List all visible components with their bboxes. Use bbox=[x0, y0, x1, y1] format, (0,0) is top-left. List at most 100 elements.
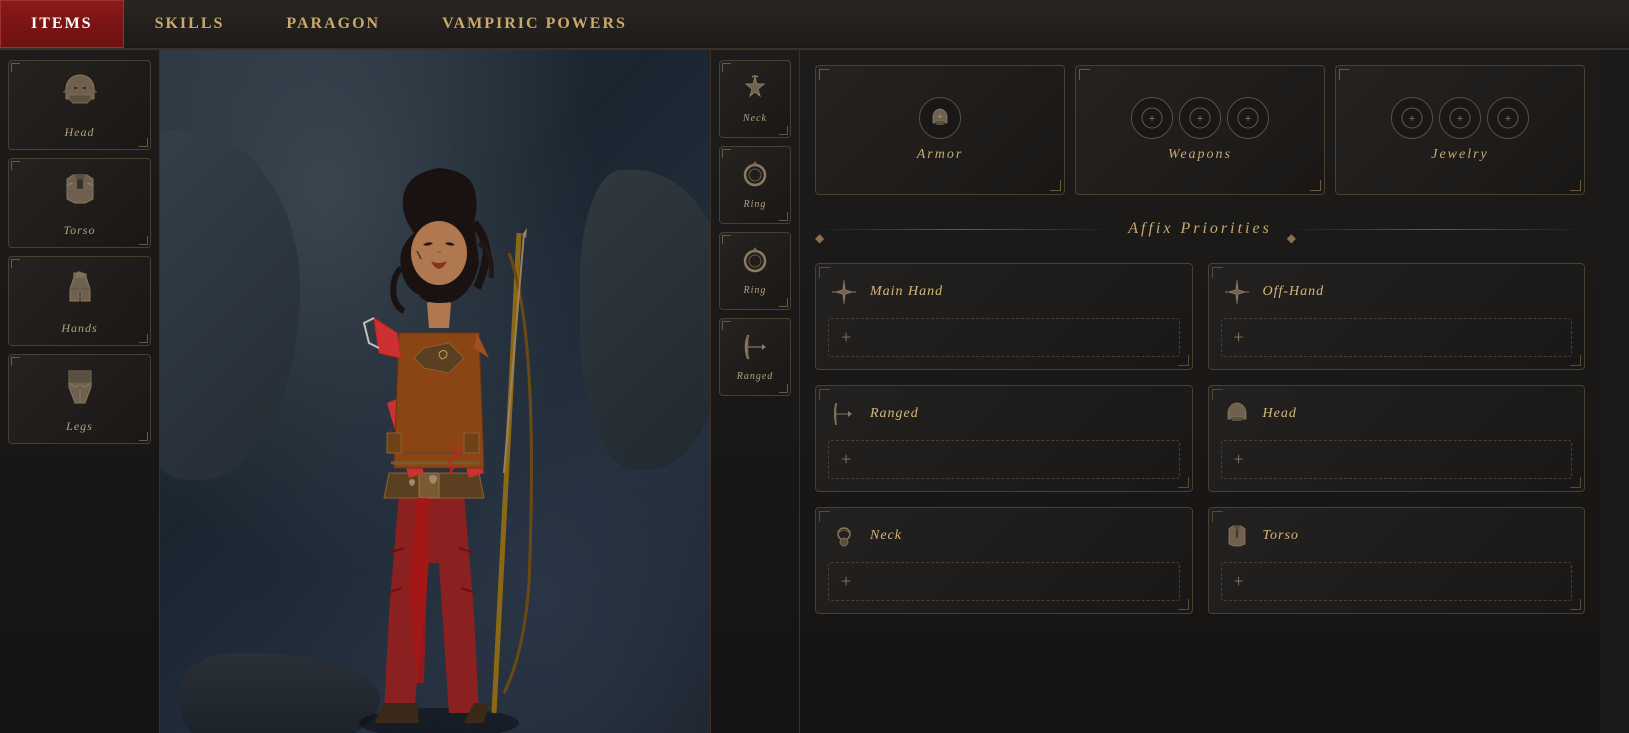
left-equipment-sidebar: Head Torso bbox=[0, 50, 160, 733]
affix-ranged-title: Ranged bbox=[870, 406, 919, 422]
tab-skills[interactable]: SKILLS bbox=[124, 0, 256, 48]
affix-card-neck-header: Neck bbox=[828, 520, 1180, 552]
affix-add-ranged[interactable]: + bbox=[828, 440, 1180, 479]
affix-off-hand-title: Off-Hand bbox=[1263, 284, 1325, 300]
jewelry-tab-icons: + + + bbox=[1391, 97, 1529, 139]
torso-affix-icon bbox=[1221, 520, 1253, 552]
affix-card-head-header: Head bbox=[1221, 398, 1573, 430]
slot-torso-label: Torso bbox=[64, 223, 96, 238]
slot-neck[interactable]: Neck bbox=[719, 60, 791, 138]
slot-ranged[interactable]: Ranged bbox=[719, 318, 791, 396]
armor-tab-label: Armor bbox=[917, 147, 964, 163]
jewelry-ring2-icon: + bbox=[1487, 97, 1529, 139]
slot-ring1-label: Ring bbox=[744, 199, 767, 210]
chest-icon bbox=[59, 169, 101, 219]
affix-card-off-hand-header: Off-Hand bbox=[1221, 276, 1573, 308]
off-hand-icon bbox=[1221, 276, 1253, 308]
add-icon-neck: + bbox=[841, 571, 851, 592]
weapon-sword-icon: + bbox=[1131, 97, 1173, 139]
svg-text:+: + bbox=[1149, 111, 1156, 125]
affix-priorities-header: ◆ Affix Priorities ◆ bbox=[815, 215, 1585, 243]
svg-text:+: + bbox=[1505, 111, 1512, 125]
weapon-bow-icon: + bbox=[1227, 97, 1269, 139]
center-equipment-column: Neck Ring Ring bbox=[710, 50, 800, 733]
slot-ring-2[interactable]: Ring bbox=[719, 232, 791, 310]
svg-text:+: + bbox=[1245, 111, 1252, 125]
jewelry-tab-label: Jewelry bbox=[1431, 147, 1489, 163]
affix-add-head[interactable]: + bbox=[1221, 440, 1573, 479]
ring2-icon bbox=[740, 246, 770, 283]
affix-card-torso: Torso + bbox=[1208, 507, 1586, 614]
bow-icon bbox=[740, 332, 770, 369]
affix-torso-title: Torso bbox=[1263, 528, 1299, 544]
svg-text:+: + bbox=[1457, 111, 1464, 125]
svg-text:+: + bbox=[1197, 111, 1204, 125]
tab-items[interactable]: ITEMS bbox=[0, 0, 124, 48]
svg-text:+: + bbox=[938, 112, 943, 121]
add-icon-off-hand: + bbox=[1234, 327, 1244, 348]
affix-card-head: Head + bbox=[1208, 385, 1586, 492]
ranged-affix-icon bbox=[828, 398, 860, 430]
affix-grid: Main Hand + Off-Hand bbox=[815, 263, 1585, 614]
affix-header-title: Affix Priorities bbox=[1128, 220, 1272, 238]
slot-ranged-label: Ranged bbox=[737, 371, 774, 382]
slot-ring2-label: Ring bbox=[744, 285, 767, 296]
svg-text:+: + bbox=[1409, 111, 1416, 125]
slot-legs-label: Legs bbox=[66, 419, 93, 434]
slot-hands[interactable]: Hands bbox=[8, 256, 151, 346]
slot-ring-1[interactable]: Ring bbox=[719, 146, 791, 224]
add-icon-main-hand: + bbox=[841, 327, 851, 348]
ring-icon bbox=[740, 160, 770, 197]
armor-helm-icon: + bbox=[919, 97, 961, 139]
affix-add-neck[interactable]: + bbox=[828, 562, 1180, 601]
affix-diamond-left: ◆ bbox=[815, 231, 824, 245]
affix-card-ranged-header: Ranged bbox=[828, 398, 1180, 430]
jewelry-amulet-icon: + bbox=[1391, 97, 1433, 139]
category-tab-armor[interactable]: + Armor bbox=[815, 65, 1065, 195]
cave-bg-right bbox=[580, 170, 710, 470]
add-icon-ranged: + bbox=[841, 449, 851, 470]
slot-torso[interactable]: Torso bbox=[8, 158, 151, 248]
helm-icon bbox=[59, 71, 101, 121]
armor-tab-icons: + bbox=[919, 97, 961, 139]
top-navigation: ITEMS SKILLS PARAGON VAMPIRIC POWERS bbox=[0, 0, 1629, 50]
slot-head[interactable]: Head bbox=[8, 60, 151, 150]
category-tab-weapons[interactable]: + + + bbox=[1075, 65, 1325, 195]
pants-icon bbox=[59, 365, 101, 415]
weapons-tab-icons: + + + bbox=[1131, 97, 1269, 139]
neck-affix-icon bbox=[828, 520, 860, 552]
head-affix-icon bbox=[1221, 398, 1253, 430]
affix-main-hand-title: Main Hand bbox=[870, 284, 943, 300]
slot-legs[interactable]: Legs bbox=[8, 354, 151, 444]
affix-diamond-right: ◆ bbox=[1287, 231, 1296, 245]
affix-card-off-hand: Off-Hand + bbox=[1208, 263, 1586, 370]
affix-add-torso[interactable]: + bbox=[1221, 562, 1573, 601]
affix-card-main-hand-header: Main Hand bbox=[828, 276, 1180, 308]
gloves-icon bbox=[59, 267, 101, 317]
affix-add-off-hand[interactable]: + bbox=[1221, 318, 1573, 357]
slot-neck-label: Neck bbox=[743, 113, 767, 124]
affix-card-torso-header: Torso bbox=[1221, 520, 1573, 552]
character-viewport bbox=[160, 50, 710, 733]
tab-vampiric-powers[interactable]: VAMPIRIC POWERS bbox=[411, 0, 658, 48]
affix-card-ranged: Ranged + bbox=[815, 385, 1193, 492]
main-content: Head Torso bbox=[0, 50, 1629, 733]
weapons-tab-label: Weapons bbox=[1168, 147, 1232, 163]
slot-hands-label: Hands bbox=[61, 321, 97, 336]
cave-bg-left bbox=[160, 130, 300, 480]
affix-head-title: Head bbox=[1263, 406, 1297, 422]
category-tabs-container: + Armor + + bbox=[815, 65, 1585, 195]
add-icon-head: + bbox=[1234, 449, 1244, 470]
add-icon-torso: + bbox=[1234, 571, 1244, 592]
affix-neck-title: Neck bbox=[870, 528, 902, 544]
amulet-icon bbox=[740, 74, 770, 111]
weapon-offhand-icon: + bbox=[1179, 97, 1221, 139]
affix-header-line-left: ◆ bbox=[815, 229, 1113, 230]
tab-paragon[interactable]: PARAGON bbox=[255, 0, 411, 48]
affix-add-main-hand[interactable]: + bbox=[828, 318, 1180, 357]
slot-head-label: Head bbox=[65, 125, 95, 140]
category-tab-jewelry[interactable]: + + + bbox=[1335, 65, 1585, 195]
character-figure bbox=[309, 133, 589, 733]
affix-header-line-right: ◆ bbox=[1287, 229, 1585, 230]
affix-card-neck: Neck + bbox=[815, 507, 1193, 614]
